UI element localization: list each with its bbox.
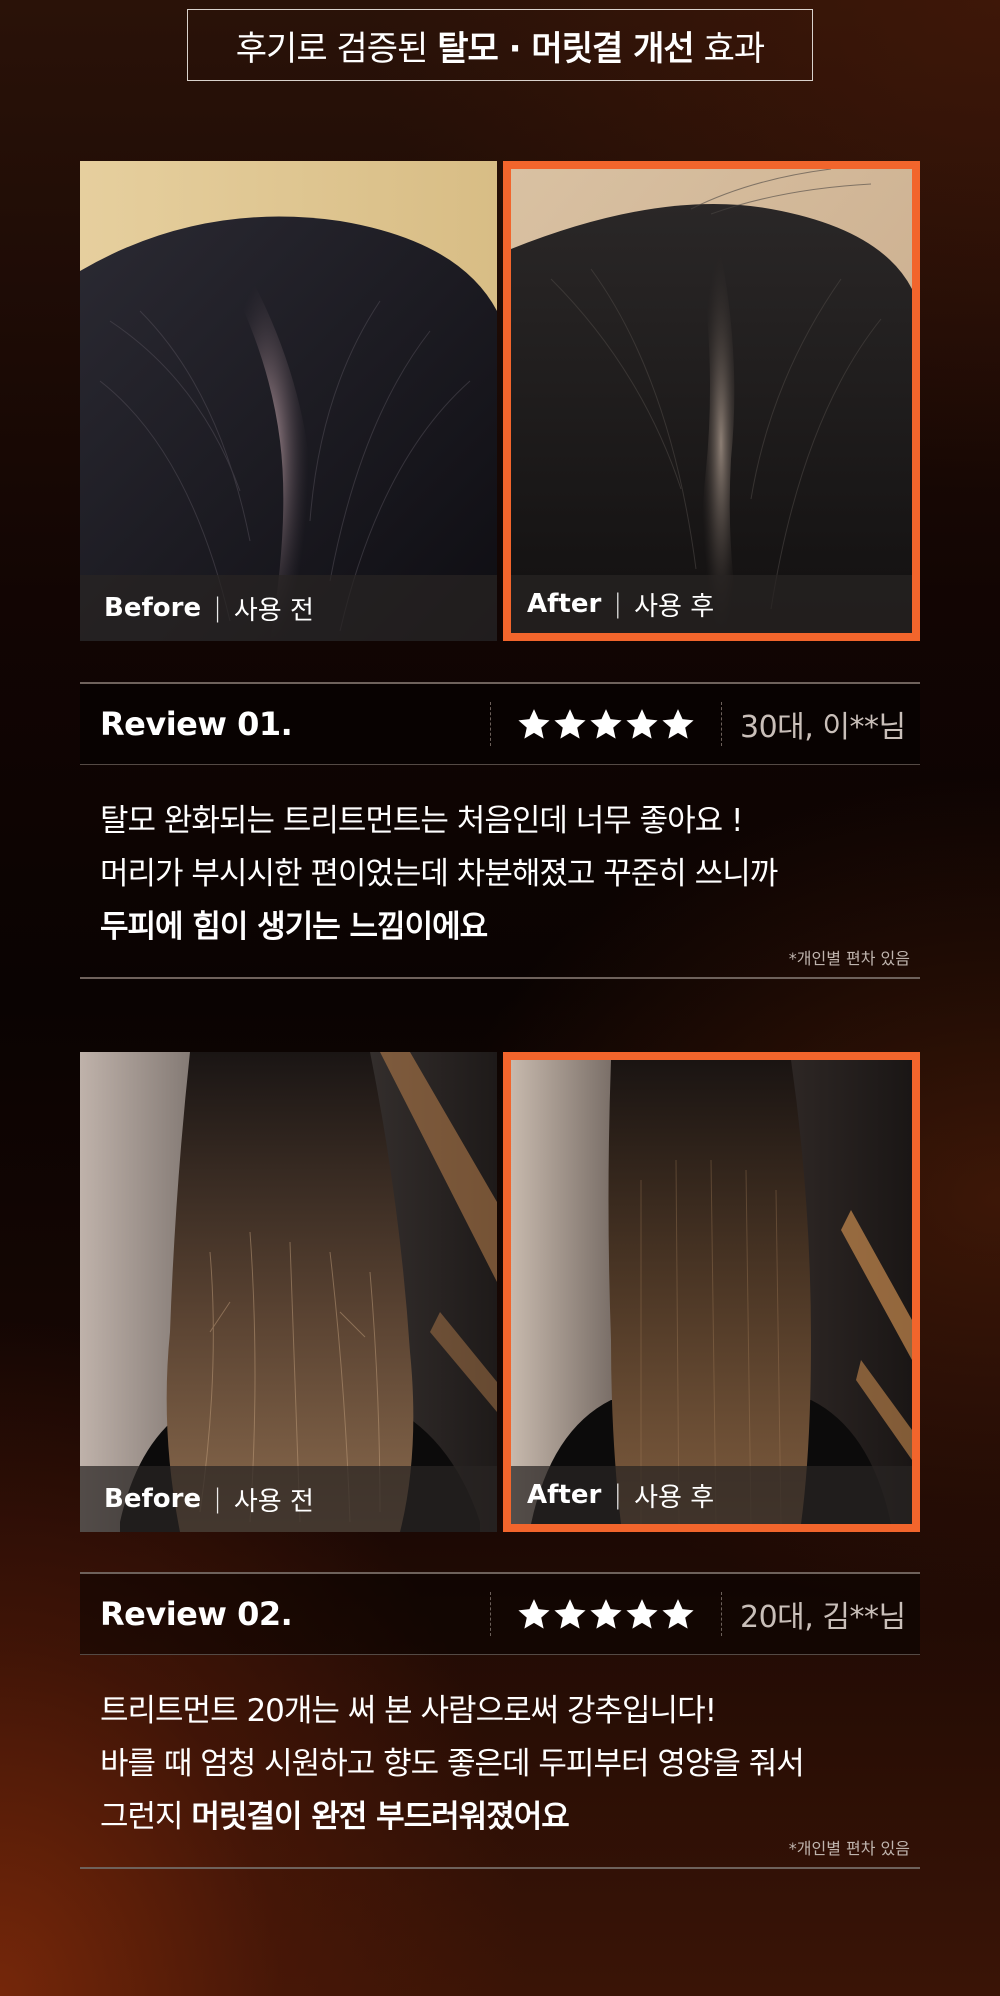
- label-separator: |: [613, 1480, 623, 1510]
- star-rating: [491, 1597, 721, 1631]
- review-line: 바를 때 엄청 시원하고 향도 좋은데 두피부터 영양을 줘서: [100, 1746, 805, 1782]
- scalp-part-image: [80, 161, 497, 641]
- before-label: Before | 사용 전: [80, 575, 497, 641]
- star-icon: [626, 709, 658, 739]
- reviewer-meta: 30대, 이**님: [740, 710, 906, 745]
- before-label: Before | 사용 전: [80, 1466, 497, 1532]
- title-suffix: 효과: [703, 28, 766, 69]
- review-body: 트리트먼트 20개는 써 본 사람으로써 강추입니다! 바를 때 엄청 시원하고…: [80, 1655, 920, 1869]
- after-label-ko: 사용 후: [634, 591, 715, 622]
- long-hair-image: [80, 1052, 497, 1532]
- review-2-before-photo: Before | 사용 전: [80, 1052, 497, 1532]
- before-label-en: Before: [104, 593, 202, 623]
- review-header: Review 02. 20대, 김**님: [80, 1572, 920, 1655]
- star-rating: [491, 707, 721, 741]
- title-prefix: 후기로 검증된: [235, 28, 428, 69]
- title-highlight: 탈모 · 머릿결 개선: [437, 28, 694, 69]
- review-1-after-photo: After | 사용 후: [503, 161, 920, 641]
- review-2-photos: Before | 사용 전 After | 사용 후: [80, 1052, 920, 1532]
- scalp-part-image: [511, 169, 912, 633]
- review-1-photos: Before | 사용 전 After | 사용 후: [80, 161, 920, 641]
- star-icon: [590, 709, 622, 739]
- star-icon: [518, 1599, 550, 1629]
- after-label-en: After: [527, 589, 602, 619]
- review-line: 탈모 완화되는 트리트먼트는 처음인데 너무 좋아요 !: [100, 803, 743, 839]
- star-icon: [554, 709, 586, 739]
- label-separator: |: [213, 593, 222, 623]
- review-line-plain: 그런지: [100, 1799, 184, 1835]
- after-label: After | 사용 후: [511, 1466, 912, 1524]
- review-line: 머리가 부시시한 편이었는데 차분해졌고 꾸준히 쓰니까: [100, 856, 778, 892]
- section-title: 후기로 검증된 탈모 · 머릿결 개선 효과: [187, 9, 813, 81]
- review-1-before-photo: Before | 사용 전: [80, 161, 497, 641]
- star-icon: [662, 1599, 694, 1629]
- before-label-en: Before: [104, 1484, 202, 1514]
- star-icon: [518, 709, 550, 739]
- review-line: 트리트먼트 20개는 써 본 사람으로써 강추입니다!: [100, 1693, 717, 1729]
- after-label-ko: 사용 후: [634, 1482, 715, 1513]
- star-icon: [554, 1599, 586, 1629]
- star-icon: [626, 1599, 658, 1629]
- before-label-ko: 사용 전: [233, 1486, 314, 1517]
- review-title: Review 02.: [100, 1595, 293, 1633]
- label-separator: |: [213, 1484, 222, 1514]
- long-hair-image: [511, 1060, 912, 1524]
- after-label-en: After: [527, 1480, 602, 1510]
- review-card-2: Review 02. 20대, 김**님 트리트먼트 20개는 써 본 사람으로…: [80, 1572, 920, 1869]
- review-line-bold: 두피에 힘이 생기는 느낌이에요: [100, 909, 488, 945]
- review-body: 탈모 완화되는 트리트먼트는 처음인데 너무 좋아요 ! 머리가 부시시한 편이…: [80, 765, 920, 979]
- after-label: After | 사용 후: [511, 575, 912, 633]
- before-label-ko: 사용 전: [233, 595, 314, 626]
- review-card-1: Review 01. 30대, 이**님 탈모 완화되는 트리트먼트는 처음인데…: [80, 682, 920, 979]
- review-2-after-photo: After | 사용 후: [503, 1052, 920, 1532]
- disclaimer: *개인별 편차 있음: [788, 949, 910, 968]
- disclaimer: *개인별 편차 있음: [788, 1839, 910, 1858]
- star-icon: [590, 1599, 622, 1629]
- review-title: Review 01.: [100, 705, 293, 743]
- reviewer-meta: 20대, 김**님: [740, 1600, 906, 1635]
- star-icon: [662, 709, 694, 739]
- review-header: Review 01. 30대, 이**님: [80, 682, 920, 765]
- review-line-mixed: 그런지 머릿결이 완전 부드러워졌어요: [100, 1791, 900, 1844]
- review-line-bold: 머릿결이 완전 부드러워졌어요: [191, 1799, 569, 1835]
- label-separator: |: [613, 589, 623, 619]
